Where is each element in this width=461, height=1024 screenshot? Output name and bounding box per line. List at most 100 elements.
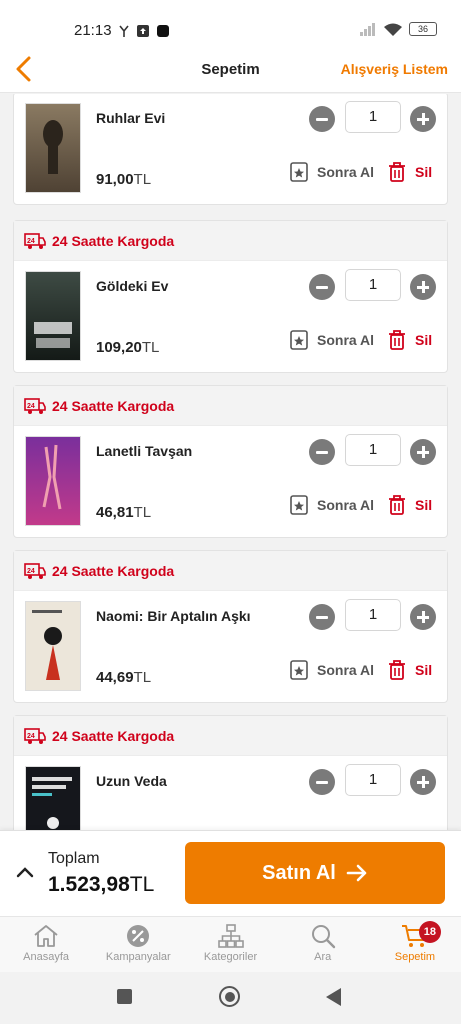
delete-label: Sil bbox=[415, 662, 433, 678]
decrease-qty-button[interactable] bbox=[309, 274, 335, 300]
book-cover-art bbox=[32, 777, 72, 829]
cargo-badge-text: 24 bbox=[27, 733, 35, 740]
shipping-label: 24 Saatte Kargoda bbox=[52, 562, 175, 579]
back-arrow-icon[interactable] bbox=[12, 55, 36, 83]
save-for-later-button[interactable]: Sonra Al bbox=[289, 494, 374, 516]
battery-level: 36 bbox=[417, 24, 428, 34]
currency-label: TL bbox=[133, 669, 152, 686]
increase-qty-button[interactable] bbox=[410, 274, 436, 300]
cart-item: 24 24 Saatte Kargoda Göldeki Ev 1 109,20… bbox=[13, 220, 448, 373]
quantity-field[interactable]: 1 bbox=[345, 101, 401, 133]
upload-notification-icon bbox=[137, 25, 149, 37]
item-price: 44,69TL bbox=[96, 669, 151, 686]
save-for-later-button[interactable]: Sonra Al bbox=[289, 659, 374, 681]
book-cover[interactable] bbox=[25, 436, 81, 526]
quantity-field[interactable]: 1 bbox=[345, 764, 401, 796]
delete-button[interactable]: Sil bbox=[387, 494, 432, 516]
battery-icon: 36 bbox=[409, 22, 437, 36]
delete-label: Sil bbox=[415, 332, 433, 348]
currency-label: TL bbox=[133, 504, 152, 521]
delete-button[interactable]: Sil bbox=[387, 329, 432, 351]
item-title[interactable]: Lanetli Tavşan bbox=[96, 443, 192, 459]
decrease-qty-button[interactable] bbox=[309, 769, 335, 795]
shipping-banner: 24 24 Saatte Kargoda bbox=[14, 386, 447, 426]
fast-delivery-icon: 24 bbox=[24, 562, 46, 579]
arrow-right-icon bbox=[346, 864, 367, 882]
bottom-tab-bar: Anasayfa Kampanyalar Kategoriler Ara Sep… bbox=[0, 916, 461, 972]
decrease-qty-button[interactable] bbox=[309, 106, 335, 132]
delete-button[interactable]: Sil bbox=[387, 659, 432, 681]
system-nav-bar bbox=[0, 972, 461, 1024]
shipping-label: 24 Saatte Kargoda bbox=[52, 397, 175, 414]
total-label: Toplam bbox=[48, 850, 100, 867]
cart-list[interactable]: Ruhlar Evi 1 91,00TL Sonra Al Sil 24 24 … bbox=[0, 94, 461, 830]
signal-icon bbox=[360, 23, 375, 36]
book-cover[interactable] bbox=[25, 271, 81, 361]
tab-cart[interactable]: Sepetim 18 bbox=[369, 917, 461, 972]
currency-label: TL bbox=[141, 339, 160, 356]
item-price-value: 91,00 bbox=[96, 171, 134, 188]
save-later-label: Sonra Al bbox=[317, 497, 375, 513]
book-cover[interactable] bbox=[25, 766, 81, 830]
hierarchy-icon bbox=[217, 924, 244, 948]
item-price-value: 109,20 bbox=[96, 339, 142, 356]
decrease-qty-button[interactable] bbox=[309, 439, 335, 465]
total-value: 1.523,98TL bbox=[48, 873, 154, 897]
item-price: 91,00TL bbox=[96, 171, 151, 188]
home-icon bbox=[34, 925, 58, 947]
trash-icon bbox=[389, 495, 405, 515]
book-cover-art bbox=[42, 444, 62, 510]
cart-item: 24 24 Saatte Kargoda Uzun Veda 1 bbox=[13, 715, 448, 830]
tab-label: Kategoriler bbox=[203, 951, 258, 963]
tab-search[interactable]: Ara bbox=[277, 917, 369, 972]
save-later-icon bbox=[290, 660, 308, 680]
cart-item: 24 24 Saatte Kargoda Naomi: Bir Aptalın … bbox=[13, 550, 448, 703]
item-title[interactable]: Göldeki Ev bbox=[96, 278, 168, 294]
home-button-icon[interactable] bbox=[219, 986, 240, 1007]
tab-home[interactable]: Anasayfa bbox=[0, 917, 92, 972]
item-title[interactable]: Naomi: Bir Aptalın Aşkı bbox=[96, 608, 251, 624]
book-cover-art bbox=[43, 120, 63, 174]
tab-categories[interactable]: Kategoriler bbox=[184, 917, 276, 972]
increase-qty-button[interactable] bbox=[410, 769, 436, 795]
chevron-up-icon[interactable] bbox=[15, 865, 35, 879]
shipping-banner: 24 24 Saatte Kargoda bbox=[14, 551, 447, 591]
item-price-value: 44,69 bbox=[96, 669, 134, 686]
quantity-field[interactable]: 1 bbox=[345, 599, 401, 631]
recents-icon[interactable] bbox=[117, 989, 132, 1004]
decrease-qty-button[interactable] bbox=[309, 604, 335, 630]
wifi-icon bbox=[384, 23, 402, 36]
increase-qty-button[interactable] bbox=[410, 439, 436, 465]
currency-label: TL bbox=[133, 171, 152, 188]
cart-item: 24 24 Saatte Kargoda Lanetli Tavşan 1 46… bbox=[13, 385, 448, 538]
cargo-badge-text: 24 bbox=[27, 568, 35, 575]
item-price: 46,81TL bbox=[96, 504, 151, 521]
cart-count-badge: 18 bbox=[418, 921, 441, 943]
delete-button[interactable]: Sil bbox=[387, 161, 432, 183]
save-later-icon bbox=[290, 330, 308, 350]
tab-label: Sepetim bbox=[394, 951, 436, 963]
shopping-list-link[interactable]: Alışveriş Listem bbox=[341, 61, 448, 77]
back-triangle-icon[interactable] bbox=[326, 988, 341, 1006]
save-for-later-button[interactable]: Sonra Al bbox=[289, 161, 374, 183]
save-later-label: Sonra Al bbox=[317, 332, 375, 348]
shipping-label: 24 Saatte Kargoda bbox=[52, 232, 175, 249]
tab-label: Ara bbox=[314, 951, 332, 963]
increase-qty-button[interactable] bbox=[410, 604, 436, 630]
book-cover[interactable] bbox=[25, 601, 81, 691]
app-header: Sepetim Alışveriş Listem bbox=[0, 45, 461, 93]
tab-campaigns[interactable]: Kampanyalar bbox=[92, 917, 184, 972]
trash-icon bbox=[389, 330, 405, 350]
quantity-field[interactable]: 1 bbox=[345, 269, 401, 301]
increase-qty-button[interactable] bbox=[410, 106, 436, 132]
currency-label: TL bbox=[129, 873, 155, 896]
book-cover[interactable] bbox=[25, 103, 81, 193]
save-later-icon bbox=[290, 495, 308, 515]
quantity-field[interactable]: 1 bbox=[345, 434, 401, 466]
item-title[interactable]: Uzun Veda bbox=[96, 773, 167, 789]
item-title[interactable]: Ruhlar Evi bbox=[96, 110, 165, 126]
app-notification-icon bbox=[157, 25, 169, 37]
save-for-later-button[interactable]: Sonra Al bbox=[289, 329, 374, 351]
buy-button[interactable]: Satın Al bbox=[185, 842, 445, 904]
shipping-label: 24 Saatte Kargoda bbox=[52, 727, 175, 744]
